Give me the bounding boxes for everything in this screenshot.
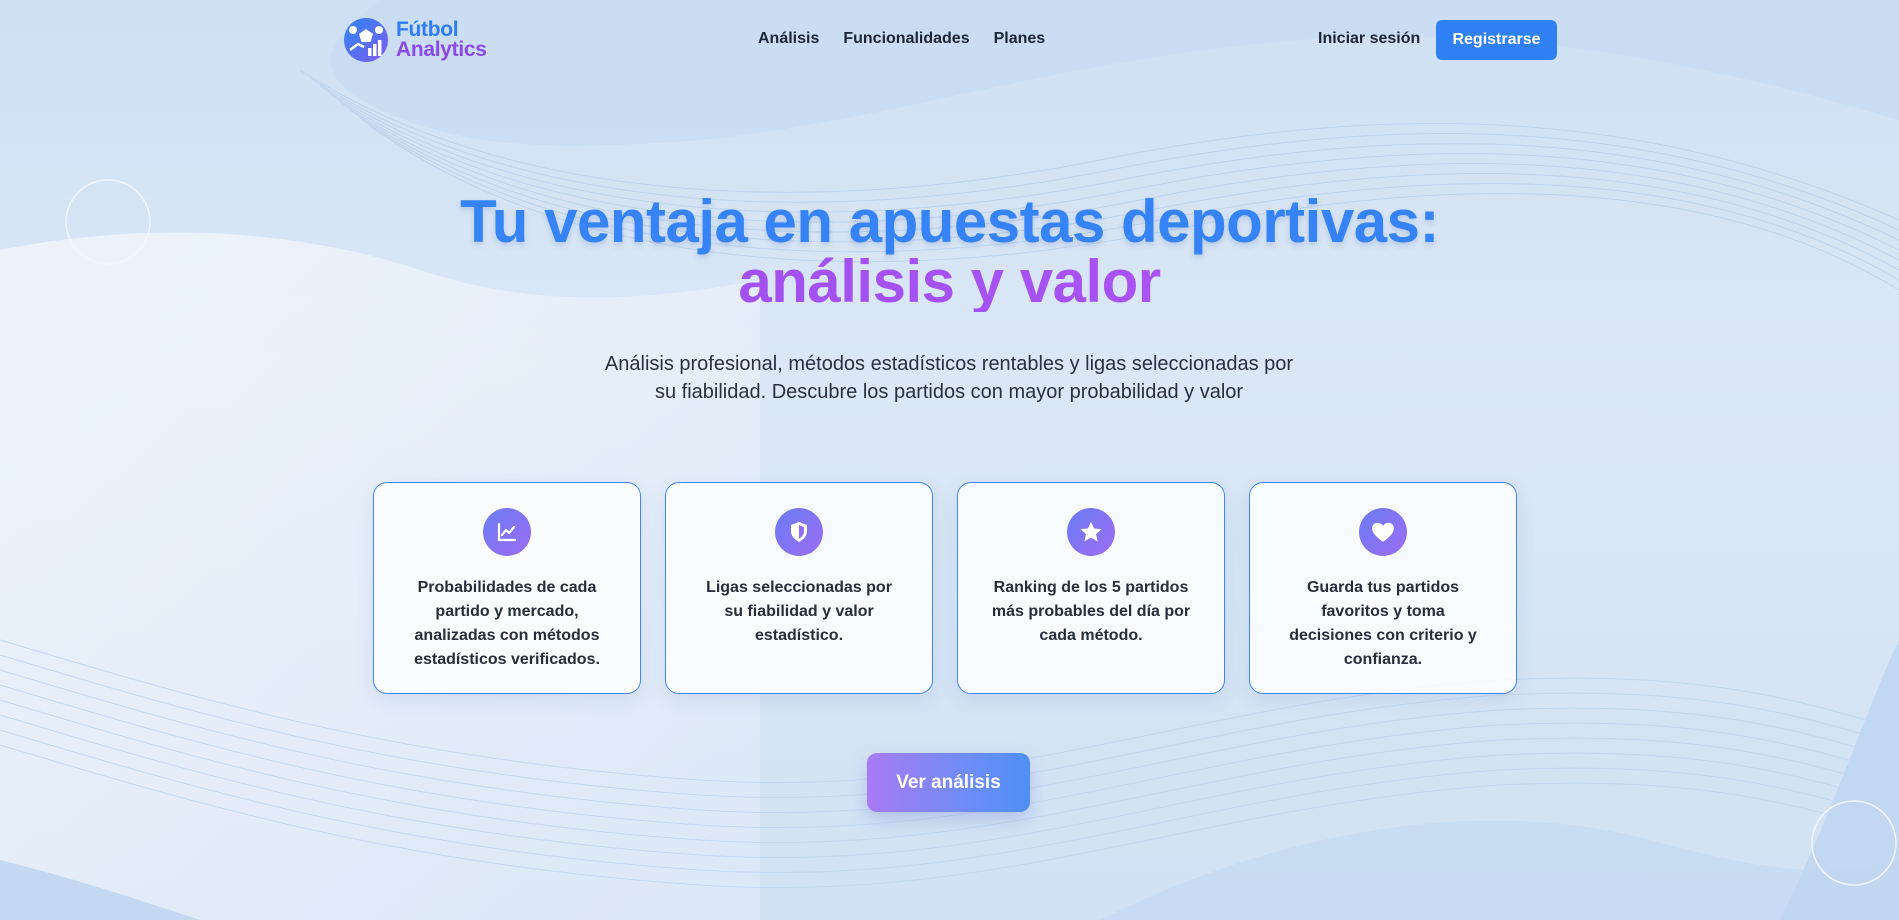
heart-icon <box>1359 508 1407 556</box>
login-link[interactable]: Iniciar sesión <box>1318 30 1420 48</box>
nav-item-funcionalidades[interactable]: Funcionalidades <box>843 30 969 48</box>
brand-logo[interactable]: Fútbol Analytics <box>342 16 487 64</box>
nav-item-analisis[interactable]: Análisis <box>758 30 819 48</box>
site-header: Fútbol Analytics Análisis Funcionalidade… <box>0 0 1899 80</box>
feature-card: Ranking de los 5 partidos más probables … <box>957 482 1225 694</box>
feature-card-text: Ranking de los 5 partidos más probables … <box>991 579 1191 644</box>
feature-cards: Probabilidades de cada partido y mercado… <box>373 482 1517 694</box>
brand-name: Fútbol Analytics <box>396 18 487 61</box>
brand-name-line2: Analytics <box>396 38 487 61</box>
hero-title-line2: análisis y valor <box>0 252 1899 312</box>
nav-item-planes[interactable]: Planes <box>994 30 1046 48</box>
star-icon <box>1067 508 1115 556</box>
hero-section: Tu ventaja en apuestas deportivas: análi… <box>0 192 1899 312</box>
view-analysis-button[interactable]: Ver análisis <box>867 753 1030 812</box>
feature-card-text: Ligas seleccionadas por su fiabilidad y … <box>706 579 892 644</box>
hero-title: Tu ventaja en apuestas deportivas: análi… <box>0 192 1899 312</box>
hero-subtitle: Análisis profesional, métodos estadístic… <box>604 353 1294 403</box>
hero-title-line1: Tu ventaja en apuestas deportivas: <box>460 188 1439 255</box>
feature-card: Guarda tus partidos favoritos y toma dec… <box>1249 482 1517 694</box>
feature-card-text: Guarda tus partidos favoritos y toma dec… <box>1289 579 1477 668</box>
feature-card: Ligas seleccionadas por su fiabilidad y … <box>665 482 933 694</box>
brand-name-line1: Fútbol <box>396 18 459 41</box>
chart-line-icon <box>483 508 531 556</box>
register-button[interactable]: Registrarse <box>1436 20 1557 60</box>
feature-card: Probabilidades de cada partido y mercado… <box>373 482 641 694</box>
shield-icon <box>775 508 823 556</box>
soccer-ball-chart-icon <box>344 18 388 62</box>
feature-card-text: Probabilidades de cada partido y mercado… <box>414 579 600 668</box>
main-nav: Análisis Funcionalidades Planes <box>758 30 1045 48</box>
